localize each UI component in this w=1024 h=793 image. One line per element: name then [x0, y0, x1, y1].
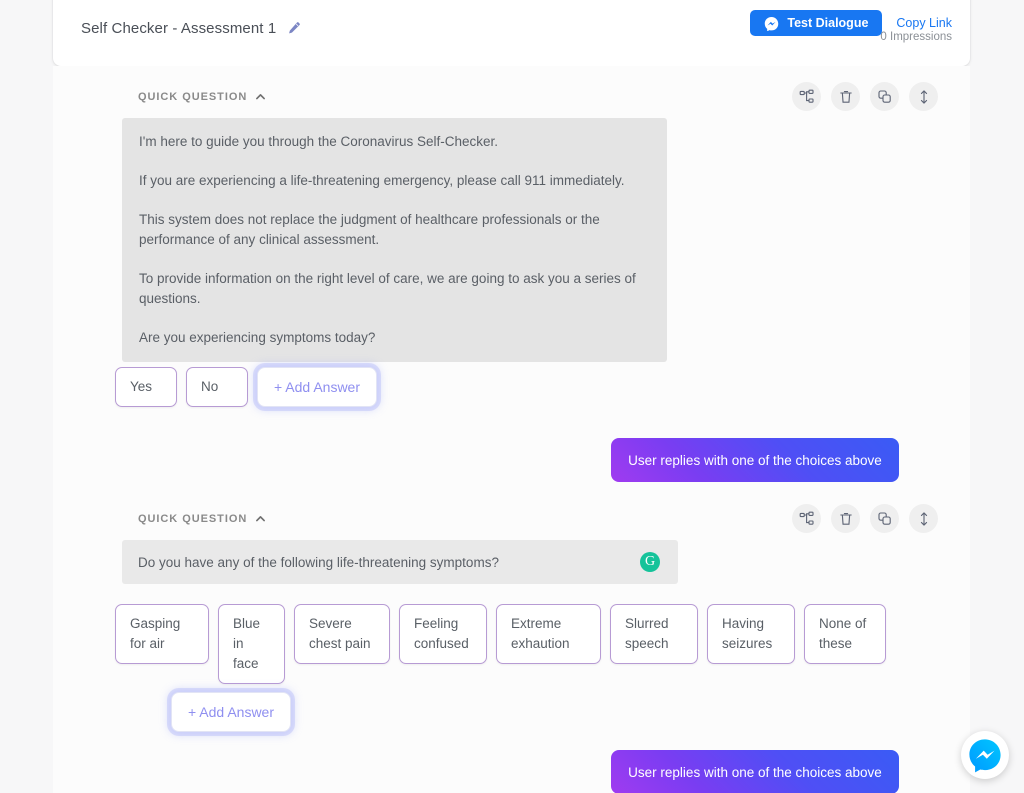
move-button[interactable]	[909, 504, 938, 533]
answer-chip[interactable]: Blue in face	[218, 604, 285, 684]
block-1-answers: Yes No + Add Answer	[115, 367, 377, 407]
copy-link-button[interactable]: Copy Link	[896, 16, 952, 30]
branch-icon	[799, 89, 815, 105]
move-button[interactable]	[909, 82, 938, 111]
duplicate-icon	[877, 511, 893, 527]
duplicate-button[interactable]	[870, 82, 899, 111]
grammarly-icon[interactable]: G	[640, 552, 660, 572]
dialogue-canvas: QUICK QUESTION	[53, 66, 970, 793]
answer-chip[interactable]: Having seizures	[707, 604, 795, 664]
block-2-add-answer-row: + Add Answer	[171, 692, 291, 732]
bot-message-paragraph: This system does not replace the judgmen…	[139, 210, 650, 250]
page-title: Self Checker - Assessment 1	[81, 20, 276, 37]
answer-chip[interactable]: Gasping for air	[115, 604, 209, 664]
trash-icon	[838, 511, 854, 527]
move-vertical-icon	[916, 89, 932, 105]
answer-chip[interactable]: Yes	[115, 367, 177, 407]
bot-message-paragraph: Are you experiencing symptoms today?	[139, 328, 650, 348]
bot-message-bubble-1[interactable]: I'm here to guide you through the Corona…	[122, 118, 667, 362]
bot-message-paragraph: If you are experiencing a life-threateni…	[139, 171, 650, 191]
bot-message-text: Do you have any of the following life-th…	[138, 555, 499, 570]
bot-message-paragraph: I'm here to guide you through the Corona…	[139, 132, 650, 152]
duplicate-icon	[877, 89, 893, 105]
branch-button[interactable]	[792, 504, 821, 533]
answer-chip[interactable]: Slurred speech	[610, 604, 698, 664]
chevron-up-icon[interactable]	[254, 90, 267, 103]
delete-button[interactable]	[831, 504, 860, 533]
app-page: Self Checker - Assessment 1 Test Dialogu…	[0, 0, 1024, 793]
test-dialogue-button[interactable]: Test Dialogue	[750, 10, 882, 36]
block-1-toolbar	[792, 82, 938, 111]
test-dialogue-label: Test Dialogue	[787, 16, 868, 30]
block-type-label: QUICK QUESTION	[138, 91, 247, 103]
dialogue-title-row: Self Checker - Assessment 1	[81, 20, 301, 37]
branch-button[interactable]	[792, 82, 821, 111]
bot-message-paragraph: To provide information on the right leve…	[139, 269, 650, 309]
trash-icon	[838, 89, 854, 105]
answer-chip[interactable]: Extreme exhaution	[496, 604, 601, 664]
delete-button[interactable]	[831, 82, 860, 111]
dialogue-header-card: Self Checker - Assessment 1 Test Dialogu…	[53, 0, 970, 66]
bot-message-bubble-2[interactable]: Do you have any of the following life-th…	[122, 540, 678, 584]
block-1-header[interactable]: QUICK QUESTION	[138, 90, 267, 103]
pencil-icon[interactable]	[286, 21, 301, 36]
block-type-label: QUICK QUESTION	[138, 513, 247, 525]
impressions-count: 0 Impressions	[880, 31, 952, 43]
duplicate-button[interactable]	[870, 504, 899, 533]
messenger-icon	[764, 16, 779, 31]
answer-chip[interactable]: None of these	[804, 604, 886, 664]
messenger-fab-button[interactable]	[961, 731, 1009, 779]
add-answer-button[interactable]: + Add Answer	[171, 692, 291, 732]
answer-chip[interactable]: Feeling confused	[399, 604, 487, 664]
chevron-up-icon[interactable]	[254, 512, 267, 525]
grammarly-letter: G	[645, 555, 655, 569]
messenger-fab-icon	[967, 737, 1003, 773]
block-2-header[interactable]: QUICK QUESTION	[138, 512, 267, 525]
user-reply-bubble: User replies with one of the choices abo…	[611, 438, 899, 482]
block-2-toolbar	[792, 504, 938, 533]
answer-chip[interactable]: No	[186, 367, 248, 407]
add-answer-button[interactable]: + Add Answer	[257, 367, 377, 407]
answer-chip[interactable]: Severe chest pain	[294, 604, 390, 664]
user-reply-bubble: User replies with one of the choices abo…	[611, 750, 899, 793]
branch-icon	[799, 511, 815, 527]
move-vertical-icon	[916, 511, 932, 527]
block-2-answers: Gasping for air Blue in face Severe ches…	[115, 604, 886, 684]
